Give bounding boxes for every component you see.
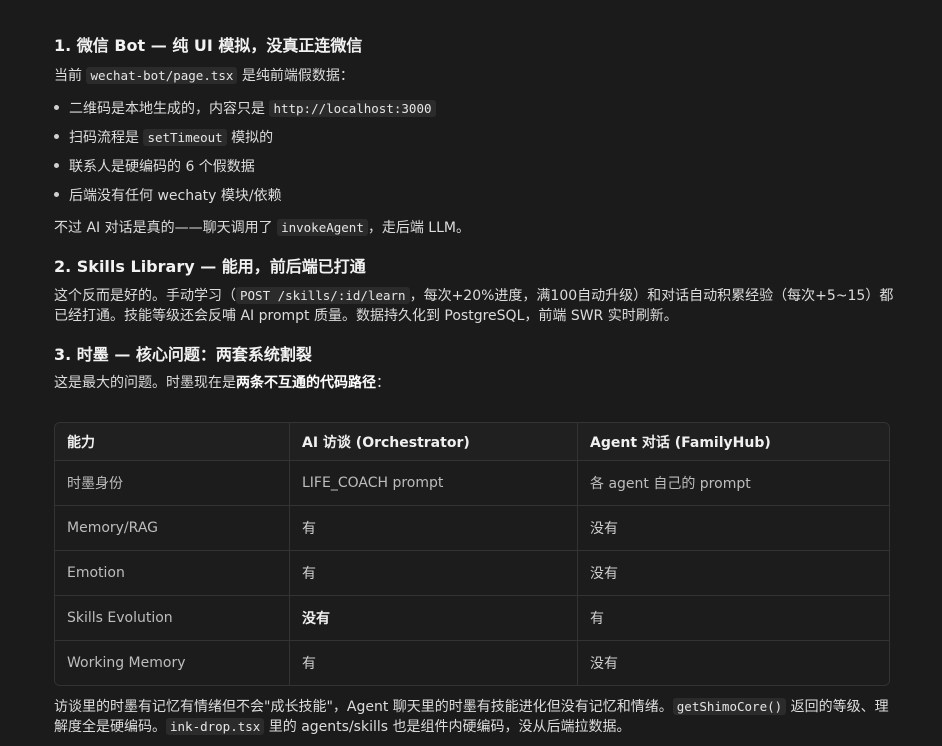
text: 联系人是硬编码的 6 个假数据 [69,159,255,175]
table-cell: 没有 [290,596,578,641]
inline-code: invokeAgent [277,219,368,236]
text: 二维码是本地生成的，内容只是 [69,101,270,117]
table-cell: 没有 [578,506,889,551]
inline-code: getShimoCore() [672,698,787,715]
table-cell: LIFE_COACH prompt [290,461,578,506]
section-1-outro: 不过 AI 对话是真的——聊天调用了 invokeAgent ，走后端 LLM。 [54,218,470,238]
table-header-row: 能力 AI 访谈 (Orchestrator) Agent 对话 (Family… [55,423,889,461]
text: 扫码流程是 [69,130,144,146]
section-2-paragraph: 这个反而是好的。手动学习（ POST /skills/:id/learn ，每次+2… [54,286,894,326]
table-cell: 有 [290,641,578,685]
text: 这个反而是好的。手动学习（ [54,288,236,304]
text: 后端没有任何 wechaty 模块/依赖 [69,188,282,204]
list-item: 二维码是本地生成的，内容只是 http://localhost:3000 [54,99,436,119]
table-cell: Skills Evolution [55,596,290,641]
inline-code: wechat-bot/page.tsx [86,67,238,84]
table-cell: Working Memory [55,641,290,685]
column-header: Agent 对话 (FamilyHub) [578,423,889,461]
inline-code: POST /skills/:id/learn [236,287,410,304]
text: 不过 AI 对话是真的——聊天调用了 [54,220,278,236]
table-row: Memory/RAG 有 没有 [55,506,889,551]
section-1-intro: 当前 wechat-bot/page.tsx 是纯前端假数据： [54,66,354,86]
table-cell: 时墨身份 [55,461,290,506]
text: 这是最大的问题。时墨现在是 [54,375,236,391]
bullet-icon [54,162,59,168]
table-cell: Emotion [55,551,290,596]
table-cell: 有 [290,551,578,596]
table-cell: 没有 [578,551,889,596]
table-cell: Memory/RAG [55,506,290,551]
column-header: AI 访谈 (Orchestrator) [290,423,578,461]
text: ，走后端 LLM。 [367,220,470,236]
chat-message-content: 1. 微信 Bot — 纯 UI 模拟，没真正连微信 当前 wechat-bot… [0,0,942,746]
text: ： [376,375,390,391]
comparison-table: 能力 AI 访谈 (Orchestrator) Agent 对话 (Family… [54,422,890,686]
footer-paragraph-line-1: 访谈里的时墨有记忆有情绪但不会"成长技能"，Agent 聊天里的时墨有技能进化但… [54,697,889,717]
table-cell: 有 [290,506,578,551]
text: 解度全是硬编码。 [54,719,166,735]
bold-text: 两条不互通的代码路径 [236,375,376,391]
column-header: 能力 [55,423,290,461]
table-row: 时墨身份 LIFE_COACH prompt 各 agent 自己的 promp… [55,461,889,506]
table-row: Working Memory 有 没有 [55,641,889,685]
text: 访谈里的时墨有记忆有情绪但不会"成长技能"，Agent 聊天里的时墨有技能进化但… [54,699,673,715]
bullet-icon [54,191,59,197]
section-2-heading: 2. Skills Library — 能用，前后端已打通 [54,257,366,276]
section-3-paragraph: 这是最大的问题。时墨现在是两条不互通的代码路径： [54,373,390,393]
list-item: 后端没有任何 wechaty 模块/依赖 [54,186,282,206]
inline-code: http://localhost:3000 [269,100,436,117]
bullet-icon [54,133,59,139]
footer-paragraph-line-2: 解度全是硬编码。 ink-drop.tsx 里的 agents/skills 也是… [54,717,630,737]
bullet-icon [54,104,59,110]
list-item: 扫码流程是 setTimeout 模拟的 [54,128,273,148]
inline-code: ink-drop.tsx [166,718,265,735]
table-row: Skills Evolution 没有 有 [55,596,889,641]
text: 是纯前端假数据： [237,68,354,84]
inline-code: setTimeout [143,129,227,146]
text: 里的 agents/skills 也是组件内硬编码，没从后端拉数据。 [264,719,631,735]
table-row: Emotion 有 没有 [55,551,889,596]
section-1-heading: 1. 微信 Bot — 纯 UI 模拟，没真正连微信 [54,36,363,55]
table-cell: 各 agent 自己的 prompt [578,461,889,506]
table-cell: 有 [578,596,889,641]
text: 当前 [54,68,87,84]
table-cell: 没有 [578,641,889,685]
list-item: 联系人是硬编码的 6 个假数据 [54,157,255,177]
text: 模拟的 [226,130,274,146]
section-3-heading: 3. 时墨 — 核心问题：两套系统割裂 [54,345,312,364]
text: 返回的等级、理 [786,699,889,715]
